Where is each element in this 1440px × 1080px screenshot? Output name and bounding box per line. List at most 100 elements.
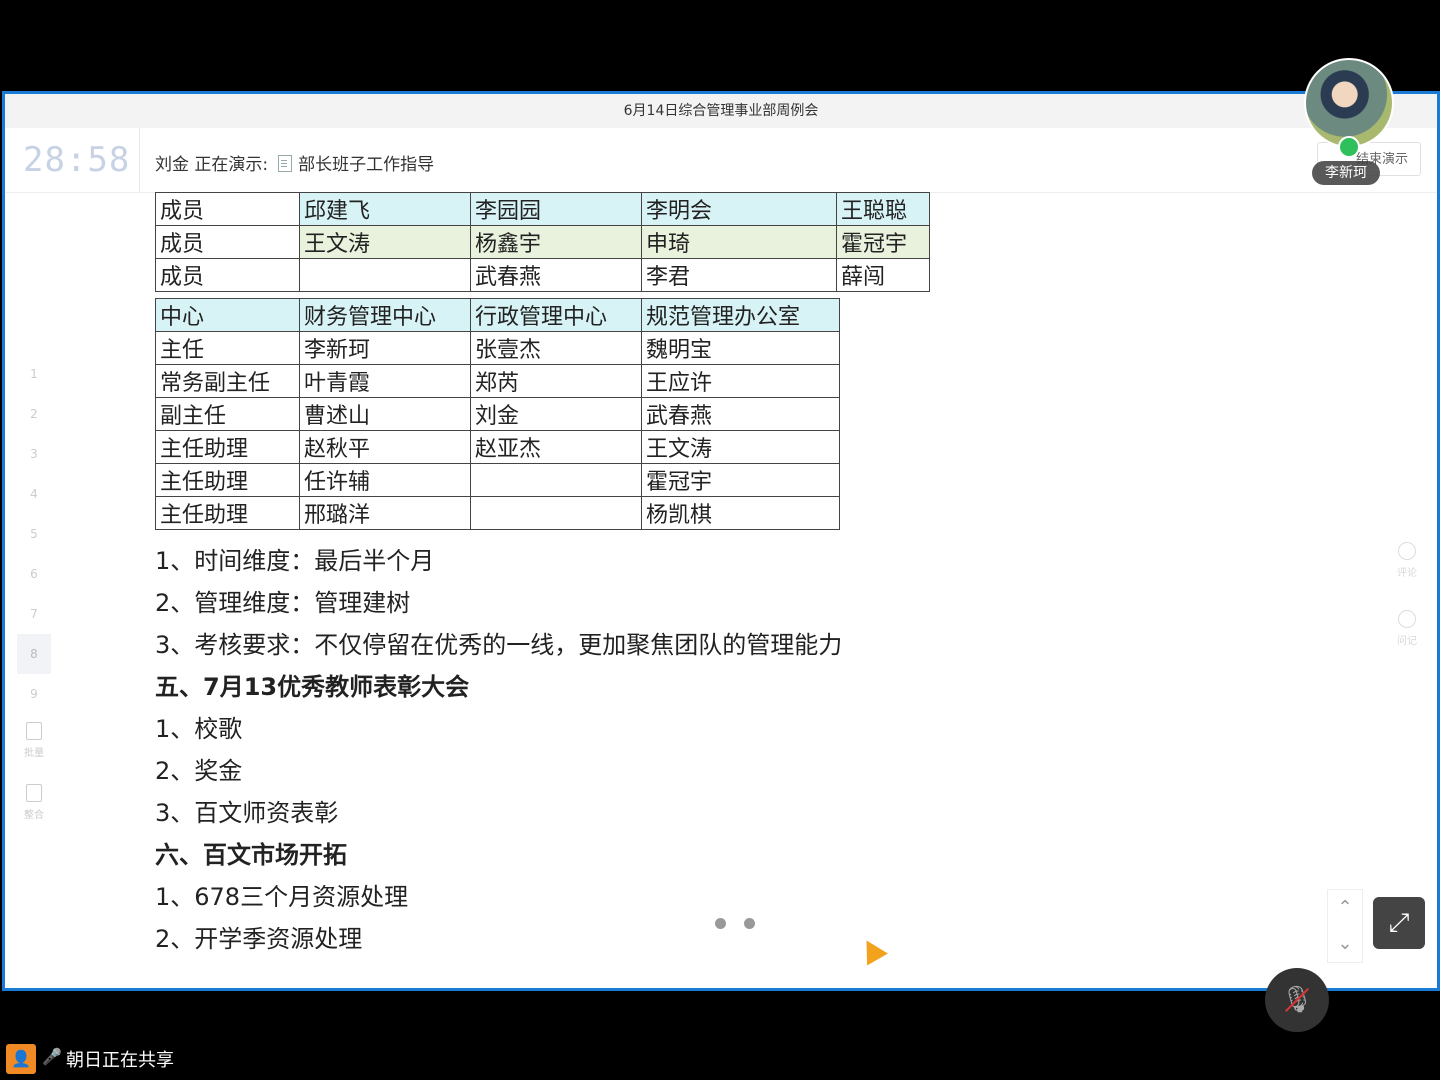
meeting-timer: 28:58 xyxy=(23,140,131,180)
presentation-status-bar: 28:58 刘金 正在演示: 部长班子工作指导 结束演示 xyxy=(5,128,1437,193)
slide-thumb-active[interactable]: 8 xyxy=(17,634,51,674)
table-row: 成员 武春燕 李君 薛闯 xyxy=(155,258,930,292)
outline-item: 2、管理维度：管理建树 xyxy=(155,589,411,617)
centers-table: 中心 财务管理中心 行政管理中心 规范管理办公室 主任 李新珂 张壹杰 魏明宝 … xyxy=(155,298,840,530)
table-cell: 邱建飞 xyxy=(299,192,471,226)
outline-item: 1、678三个月资源处理 xyxy=(155,883,409,911)
table-cell: 刘金 xyxy=(470,397,642,431)
table-cell: 主任助理 xyxy=(155,496,300,530)
agenda-outline: 1、时间维度：最后半个月 2、管理维度：管理建树 3、考核要求：不仅停留在优秀的… xyxy=(155,540,1255,960)
document-name[interactable]: 部长班子工作指导 xyxy=(298,155,434,175)
page-indicator-dots xyxy=(715,914,773,933)
right-toolbar: 评论 问记 xyxy=(1391,534,1423,670)
person-icon[interactable]: 👤 xyxy=(6,1044,36,1074)
page-scroll-control: ⌃ ⌄ xyxy=(1327,889,1363,963)
slide-thumb[interactable]: 1 xyxy=(17,354,51,394)
table-cell: 叶青霞 xyxy=(299,364,471,398)
table-row: 副主任 曹述山 刘金 武春燕 xyxy=(155,397,840,431)
table-header-cell: 规范管理办公室 xyxy=(641,298,840,332)
microphone-icon: 🎤 xyxy=(42,1047,62,1066)
table-cell xyxy=(470,463,642,497)
slide-thumb[interactable]: 4 xyxy=(17,474,51,514)
slide-thumb[interactable]: 2 xyxy=(17,394,51,434)
table-row: 常务副主任 叶青霞 郑芮 王应许 xyxy=(155,364,840,398)
mic-off-icon[interactable]: 🎙 xyxy=(1265,968,1329,1032)
table-row: 主任 李新珂 张壹杰 魏明宝 xyxy=(155,331,840,365)
table-cell: 杨鑫宇 xyxy=(470,225,642,259)
comment-icon xyxy=(1398,542,1416,560)
table-cell: 主任助理 xyxy=(155,430,300,464)
table-cell: 武春燕 xyxy=(470,258,642,292)
table-cell xyxy=(299,258,471,292)
table-cell: 李君 xyxy=(641,258,837,292)
table-cell: 魏明宝 xyxy=(641,331,840,365)
table-cell: 副主任 xyxy=(155,397,300,431)
outline-heading: 六、百文市场开拓 xyxy=(155,841,347,869)
table-cell: 主任 xyxy=(155,331,300,365)
table-cell: 成员 xyxy=(155,225,300,259)
outline-item: 3、百文师资表彰 xyxy=(155,799,339,827)
table-cell: 李新珂 xyxy=(299,331,471,365)
table-cell: 王文涛 xyxy=(641,430,840,464)
outline-heading: 五、7月13优秀教师表彰大会 xyxy=(155,673,470,701)
clipboard-icon xyxy=(26,784,42,802)
table-cell: 霍冠宇 xyxy=(641,463,840,497)
table-cell xyxy=(470,496,642,530)
table-cell: 申琦 xyxy=(641,225,837,259)
meeting-title: 6月14日综合管理事业部周例会 xyxy=(5,94,1437,128)
outline-item: 1、校歌 xyxy=(155,715,243,743)
divider xyxy=(139,128,140,192)
presenter-label: 刘金 正在演示: xyxy=(155,155,269,175)
table-cell: 赵亚杰 xyxy=(470,430,642,464)
table-cell: 成员 xyxy=(155,192,300,226)
document-content: 成员 邱建飞 李园园 李明会 王聪聪 成员 王文涛 杨鑫宇 申琦 霍冠宇 成员 … xyxy=(155,192,1255,960)
slide-sidebar: 1 2 3 4 5 6 7 8 9 批量 整合 xyxy=(17,354,51,838)
table-cell: 王聪聪 xyxy=(836,192,930,226)
table-cell: 霍冠宇 xyxy=(836,225,930,259)
table-header-cell: 财务管理中心 xyxy=(299,298,471,332)
outline-item: 3、考核要求：不仅停留在优秀的一线，更加聚焦团队的管理能力 xyxy=(155,631,843,659)
scroll-down-icon[interactable]: ⌄ xyxy=(1328,926,1362,962)
table-cell: 武春燕 xyxy=(641,397,840,431)
table-cell: 王应许 xyxy=(641,364,840,398)
copy-icon xyxy=(26,722,42,740)
sidebar-tool-merge[interactable]: 整合 xyxy=(17,784,51,838)
dot xyxy=(744,918,755,929)
slide-thumb[interactable]: 5 xyxy=(17,514,51,554)
table-header-row: 中心 财务管理中心 行政管理中心 规范管理办公室 xyxy=(155,298,840,332)
table-row: 主任助理 任许辅 霍冠宇 xyxy=(155,463,840,497)
sidebar-tool-batch[interactable]: 批量 xyxy=(17,722,51,776)
outline-item: 1、时间维度：最后半个月 xyxy=(155,547,435,575)
slide-thumb[interactable]: 3 xyxy=(17,434,51,474)
table-cell: 张壹杰 xyxy=(470,331,642,365)
table-cell: 王文涛 xyxy=(299,225,471,259)
document-icon xyxy=(278,155,293,172)
table-cell: 常务副主任 xyxy=(155,364,300,398)
outline-item: 2、奖金 xyxy=(155,757,243,785)
scroll-up-icon[interactable]: ⌃ xyxy=(1328,890,1362,926)
comment-tool[interactable]: 评论 xyxy=(1391,542,1423,602)
table-cell: 赵秋平 xyxy=(299,430,471,464)
slide-thumb[interactable]: 6 xyxy=(17,554,51,594)
screen-share-indicator: 👤 🎤 朝日正在共享 xyxy=(0,1038,400,1078)
shared-screen-frame: 6月14日综合管理事业部周例会 28:58 刘金 正在演示: 部长班子工作指导 结… xyxy=(2,91,1440,991)
table-cell: 成员 xyxy=(155,258,300,292)
dot xyxy=(715,918,726,929)
outline-item: 2、开学季资源处理 xyxy=(155,925,363,953)
slide-thumb[interactable]: 9 xyxy=(17,674,51,714)
table-header-cell: 行政管理中心 xyxy=(470,298,642,332)
table-row: 成员 王文涛 杨鑫宇 申琦 霍冠宇 xyxy=(155,225,930,259)
share-status-text: 朝日正在共享 xyxy=(66,1050,174,1071)
table-cell: 李园园 xyxy=(470,192,642,226)
expand-icon[interactable]: ⤢ xyxy=(1373,897,1425,949)
table-cell: 主任助理 xyxy=(155,463,300,497)
table-row: 主任助理 邢璐洋 杨凯棋 xyxy=(155,496,840,530)
microphone-active-icon xyxy=(1338,136,1360,158)
participant-avatar[interactable] xyxy=(1304,58,1394,148)
table-cell: 邢璐洋 xyxy=(299,496,471,530)
table-cell: 任许辅 xyxy=(299,463,471,497)
record-tool[interactable]: 问记 xyxy=(1391,610,1423,670)
table-cell: 薛闯 xyxy=(836,258,930,292)
slide-thumb[interactable]: 7 xyxy=(17,594,51,634)
table-cell: 李明会 xyxy=(641,192,837,226)
